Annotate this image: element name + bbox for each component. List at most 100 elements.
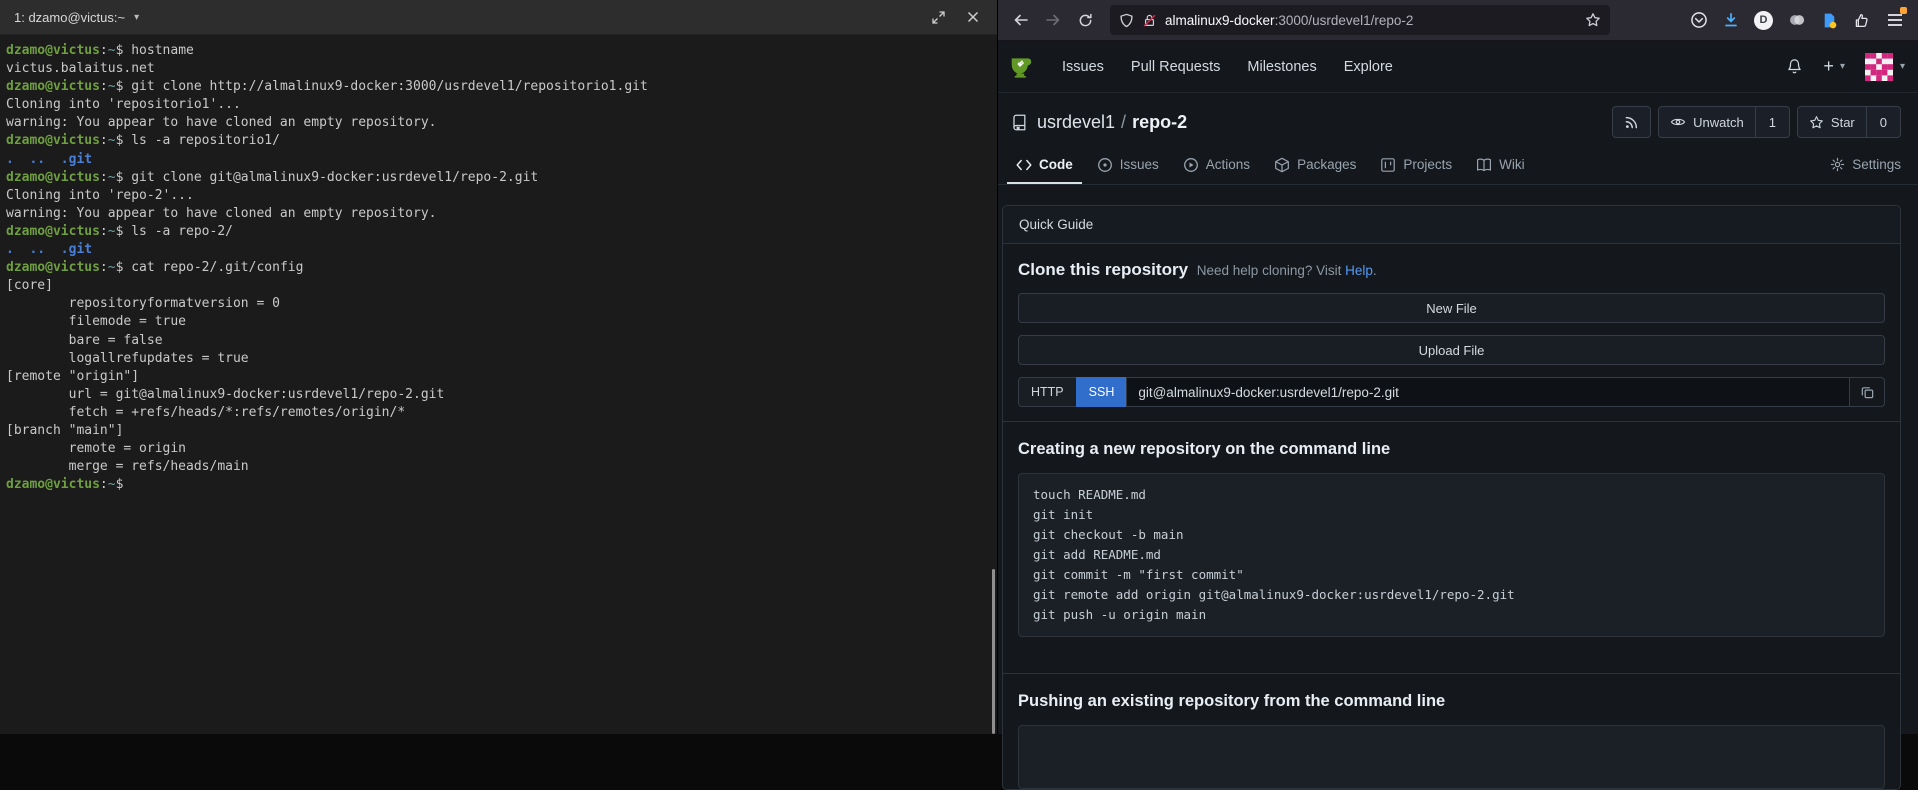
url-text: almalinux9-docker:3000/usrdevel1/repo-2 [1165,13,1577,28]
terminal-output-line: [branch "main"] [6,422,991,440]
tab-label: Wiki [1499,157,1525,172]
nav-item-pull-requests[interactable]: Pull Requests [1131,59,1220,75]
url-bar[interactable]: almalinux9-docker:3000/usrdevel1/repo-2 [1110,5,1610,35]
tabs-spacer [1540,147,1816,184]
extension-d-icon[interactable]: D [1754,11,1773,30]
issues-icon [1097,157,1113,173]
user-menu[interactable]: ▾ [1865,53,1905,81]
upload-file-button[interactable]: Upload File [1018,335,1885,365]
back-button[interactable] [1006,6,1036,34]
terminal-output-line: fetch = +refs/heads/*:refs/remotes/origi… [6,404,991,422]
repo-name-link[interactable]: repo-2 [1132,112,1187,133]
tab-projects[interactable]: Projects [1371,147,1461,184]
terminal-output-line: victus.balaitus.net [6,60,991,78]
tab-actions[interactable]: Actions [1174,147,1259,184]
terminal-output-line: warning: You appear to have cloned an em… [6,205,991,223]
packages-icon [1274,157,1290,173]
tab-label: Actions [1206,157,1250,172]
tab-packages[interactable]: Packages [1265,147,1365,184]
repo-header: usrdevel1 / repo-2 Unwatch [998,93,1918,147]
terminal-command-line: dzamo@victus:~$ ls -a repositorio1/ [6,132,991,150]
terminal-command-line: dzamo@victus:~$ hostname [6,42,991,60]
tab-wiki[interactable]: Wiki [1467,147,1534,184]
tab-label: Code [1039,157,1073,172]
browser-window: almalinux9-docker:3000/usrdevel1/repo-2 … [997,0,1918,734]
terminal-titlebar[interactable]: 1: dzamo@victus:~ ▾ [0,0,997,35]
tab-label: Projects [1403,157,1452,172]
bookmark-star-icon[interactable] [1585,12,1601,28]
terminal-output-line: [core] [6,277,991,295]
avatar [1865,53,1893,81]
watch-count[interactable]: 1 [1755,107,1789,137]
quick-guide-box: Quick Guide Clone this repository Need h… [1002,205,1901,790]
star-button[interactable]: Star 0 [1797,106,1901,138]
terminal-output-line: [remote "origin"] [6,368,991,386]
ssh-button[interactable]: SSH [1076,377,1127,407]
tab-settings[interactable]: Settings [1821,147,1910,184]
quick-guide-title: Quick Guide [1003,206,1900,244]
repo-breadcrumb: usrdevel1 / repo-2 [1037,112,1187,133]
menu-icon[interactable] [1885,10,1905,30]
nav-item-issues[interactable]: Issues [1062,59,1104,75]
tab-issues[interactable]: Issues [1088,147,1168,184]
chevron-down-icon[interactable]: ▾ [134,12,139,23]
rss-button[interactable] [1612,106,1651,138]
terminal-command-line: dzamo@victus:~$ cat repo-2/.git/config [6,259,991,277]
terminal-window: 1: dzamo@victus:~ ▾ dzamo@victus:~$ host… [0,0,997,734]
push-repo-section: Pushing an existing repository from the … [1003,674,1900,789]
terminal-command-line: dzamo@victus:~$ ls -a repo-2/ [6,223,991,241]
terminal-output-line: bare = false [6,332,991,350]
star-label: Star [1831,115,1855,130]
terminal-title: 1: dzamo@victus:~ [14,10,125,25]
update-notification-dot [1900,7,1907,14]
tab-code[interactable]: Code [1007,147,1082,184]
tab-label: Issues [1120,157,1159,172]
http-button[interactable]: HTTP [1018,377,1076,407]
tab-label: Packages [1297,157,1356,172]
clone-url-input[interactable]: git@almalinux9-docker:usrdevel1/repo-2.g… [1126,377,1850,407]
unwatch-button[interactable]: Unwatch 1 [1658,106,1790,138]
unwatch-label: Unwatch [1693,115,1744,130]
create-repo-heading: Creating a new repository on the command… [1018,440,1885,459]
repo-owner-link[interactable]: usrdevel1 [1037,112,1115,133]
extension-circles-icon[interactable] [1788,11,1806,29]
shield-icon[interactable] [1119,13,1134,28]
window-close-icon[interactable] [967,11,979,23]
reload-button[interactable] [1070,6,1100,34]
push-repo-code-block [1018,725,1885,789]
bell-icon[interactable] [1786,58,1803,75]
star-icon [1809,115,1824,130]
rss-icon [1613,107,1650,137]
clone-help-text: Need help cloning? Visit Help. [1197,263,1377,278]
terminal-output-line: merge = refs/heads/main [6,458,991,476]
star-count[interactable]: 0 [1866,107,1900,137]
terminal-output-line: filemode = true [6,313,991,331]
plus-icon: + [1823,56,1834,77]
help-link[interactable]: Help [1345,263,1373,278]
terminal-output-area[interactable]: dzamo@victus:~$ hostnamevictus.balaitus.… [0,35,997,501]
wiki-icon [1476,157,1492,173]
create-repo-code-block: touch README.md git init git checkout -b… [1018,473,1885,637]
create-new-button[interactable]: + ▾ [1823,56,1845,77]
gitea-nav-items: Issues Pull Requests Milestones Explore [1062,59,1393,75]
push-repo-heading: Pushing an existing repository from the … [1018,692,1885,711]
terminal-scrollbar[interactable] [992,569,995,734]
new-file-button[interactable]: New File [1018,293,1885,323]
pocket-icon[interactable] [1690,11,1708,29]
insecure-lock-icon[interactable] [1142,13,1157,28]
actions-icon [1183,157,1199,173]
repo-tabs: Code Issues Actions Packages Projects Wiki Set… [998,147,1918,185]
nav-item-explore[interactable]: Explore [1344,59,1393,75]
browser-extension-area: D [1690,10,1911,30]
gitea-logo[interactable] [1008,53,1035,80]
nav-item-milestones[interactable]: Milestones [1247,59,1316,75]
extension-thumb-icon[interactable] [1853,12,1870,29]
window-restore-icon[interactable] [932,11,945,24]
terminal-command-line: dzamo@victus:~$ git clone git@almalinux9… [6,169,991,187]
downloads-icon[interactable] [1723,12,1739,28]
copy-button[interactable] [1850,377,1885,407]
forward-button[interactable] [1038,6,1068,34]
repo-icon [1011,114,1028,131]
terminal-output-line: Cloning into 'repositorio1'... [6,96,991,114]
extension-document-icon[interactable] [1821,12,1838,29]
